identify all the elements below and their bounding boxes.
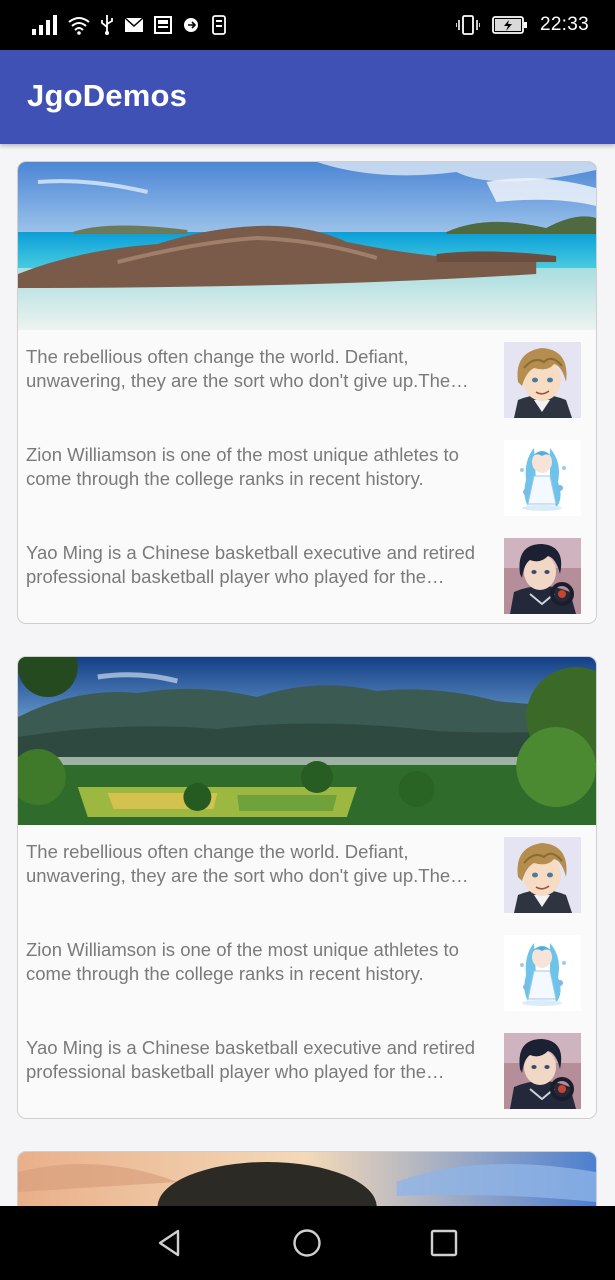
avatar-image <box>504 440 581 516</box>
list-item[interactable]: The rebellious often change the world. D… <box>18 837 597 915</box>
system-nav-bar <box>0 1206 615 1280</box>
recents-icon[interactable] <box>427 1226 461 1260</box>
avatar-image <box>504 837 581 913</box>
back-icon[interactable] <box>152 1226 186 1260</box>
item-text: Zion Williamson is one of the most uniqu… <box>26 939 459 984</box>
card-banner-image[interactable] <box>18 162 596 330</box>
blond-boy-avatar <box>504 342 581 418</box>
card-banner-image[interactable] <box>18 1152 596 1206</box>
status-clock: 22:33 <box>539 14 589 35</box>
mail-icon <box>124 17 144 32</box>
mountain-valley-image <box>18 657 596 825</box>
wifi-icon <box>68 17 90 35</box>
blue-hair-girl-avatar <box>504 935 581 1011</box>
news-card[interactable]: The rebellious often change the world. D… <box>17 656 597 1119</box>
avatar-image <box>504 538 581 614</box>
list-item[interactable]: Yao Ming is a Chinese basketball executi… <box>18 1033 597 1111</box>
home-icon[interactable] <box>290 1226 324 1260</box>
avatar-image <box>504 342 581 418</box>
storage-icon <box>212 15 226 35</box>
item-text: The rebellious often change the world. D… <box>26 346 451 391</box>
blond-boy-avatar <box>504 837 581 913</box>
item-text: Yao Ming is a Chinese basketball executi… <box>26 1037 476 1082</box>
status-bar: 22:33 <box>0 0 615 50</box>
dark-hair-boy-avatar <box>504 1033 581 1109</box>
news-card[interactable] <box>17 1151 597 1206</box>
list-item[interactable]: Zion Williamson is one of the most uniqu… <box>18 935 597 1013</box>
app-bar: JgoDemos <box>0 50 615 144</box>
avatar-image <box>504 935 581 1011</box>
app-title: JgoDemos <box>27 78 188 113</box>
item-text: Yao Ming is a Chinese basketball executi… <box>26 542 476 587</box>
item-text: Zion Williamson is one of the most uniqu… <box>26 444 459 489</box>
usb-icon <box>101 15 113 35</box>
news-icon <box>154 16 172 34</box>
tree-sunset-image <box>18 1152 596 1206</box>
beach-rocks-image <box>18 162 596 330</box>
status-icons-left <box>32 14 226 36</box>
avatar-image <box>504 1033 581 1109</box>
dark-hair-boy-avatar <box>504 538 581 614</box>
signal-icon <box>32 15 57 35</box>
list-item[interactable]: The rebellious often change the world. D… <box>18 342 597 420</box>
vibrate-icon <box>455 15 480 35</box>
sync-icon <box>184 18 198 32</box>
item-text: The rebellious often change the world. D… <box>26 841 451 886</box>
card-banner-image[interactable] <box>18 657 596 825</box>
news-card[interactable]: The rebellious often change the world. D… <box>17 161 597 624</box>
list-item[interactable]: Zion Williamson is one of the most uniqu… <box>18 440 597 518</box>
battery-charging-icon <box>492 16 527 34</box>
blue-hair-girl-avatar <box>504 440 581 516</box>
list-item[interactable]: Yao Ming is a Chinese basketball executi… <box>18 538 597 616</box>
card-list[interactable]: The rebellious often change the world. D… <box>0 144 615 1206</box>
status-icons-right: 22:33 <box>455 12 589 38</box>
